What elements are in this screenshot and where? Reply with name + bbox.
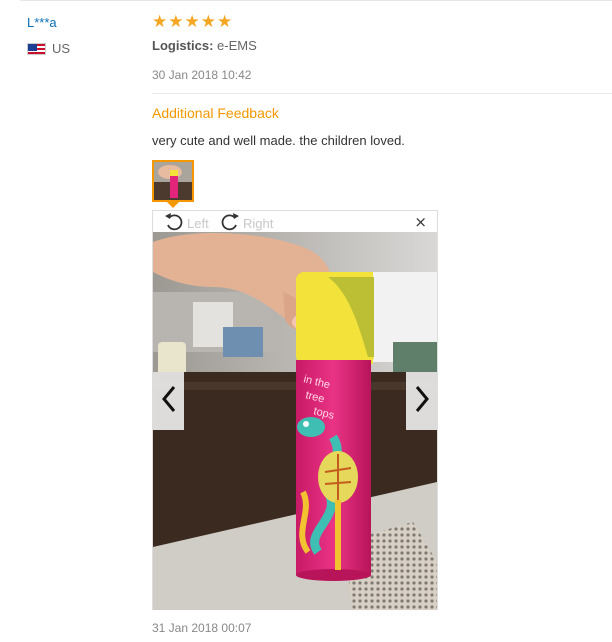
rotate-left-label: Left [187,216,209,231]
star-icon: ★ [168,12,184,32]
logistics-info: Logistics: e-EMS [152,38,257,53]
review-date: 30 Jan 2018 10:42 [152,68,252,82]
country-label: US [52,41,71,56]
additional-feedback-heading: Additional Feedback [152,105,279,121]
us-flag-icon [27,42,46,55]
chevron-left-icon [161,385,177,418]
previous-image-button[interactable] [153,372,184,430]
star-icon: ★ [200,12,216,32]
star-icon: ★ [217,12,233,32]
reviewer-country: US [27,41,70,56]
feedback-divider [152,93,612,94]
rotate-right-label: Right [243,216,274,231]
thumbnail-pointer [166,201,180,208]
star-icon: ★ [184,12,200,32]
close-icon[interactable]: × [414,213,427,231]
top-divider [20,0,612,1]
star-icon: ★ [152,12,168,32]
logistics-value: e-EMS [217,38,257,53]
feedback-text: very cute and well made. the children lo… [152,133,405,148]
photo-thumbnail[interactable] [152,160,194,202]
chevron-right-icon [414,385,430,418]
image-viewer: Left Right × in the tree tops [152,210,438,610]
star-rating: ★ ★ ★ ★ ★ [152,12,232,32]
logistics-label: Logistics: [152,38,214,53]
next-image-button[interactable] [406,372,437,430]
reviewer-name[interactable]: L***a [27,15,57,30]
feedback-date: 31 Jan 2018 00:07 [152,621,252,635]
viewer-toolbar: Left Right × [153,211,437,232]
review-photo: in the tree tops [153,232,437,610]
